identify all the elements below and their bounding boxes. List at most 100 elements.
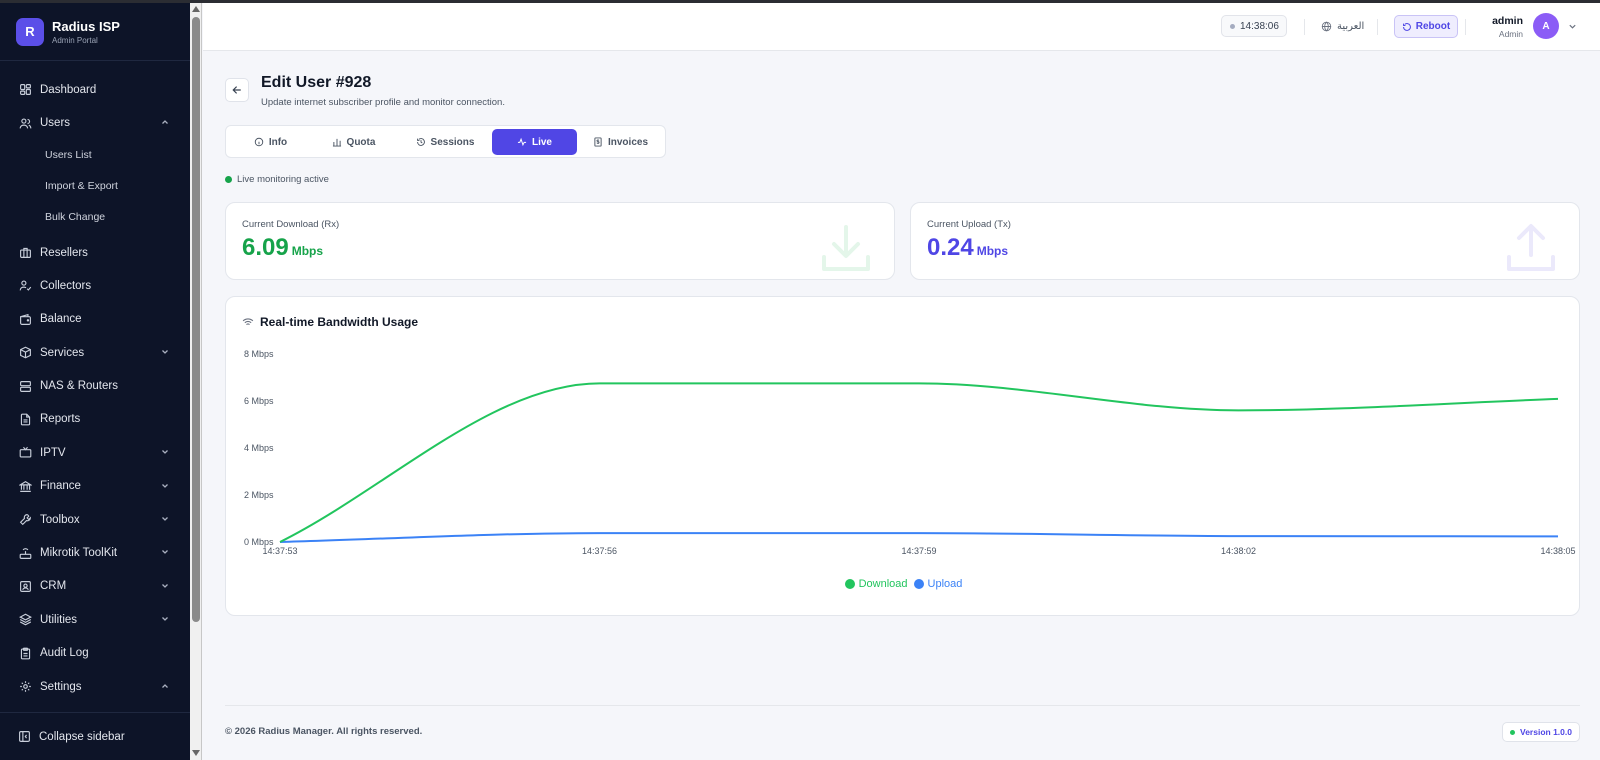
download-icon xyxy=(822,225,870,271)
activity-icon xyxy=(517,137,527,147)
sidebar-item-utilities[interactable]: Utilities xyxy=(0,603,190,636)
sidebar-item-finance[interactable]: Finance xyxy=(0,470,190,503)
back-button[interactable] xyxy=(225,78,249,102)
upload-unit: Mbps xyxy=(976,244,1009,258)
clock-dot xyxy=(1230,23,1235,29)
legend-upload[interactable]: Upload xyxy=(913,578,962,590)
tab-live[interactable]: Live xyxy=(492,129,577,155)
bandwidth-chart: 0 Mbps2 Mbps4 Mbps6 Mbps8 Mbps14:37:53 14… xyxy=(244,349,1576,556)
legend-download[interactable]: Download xyxy=(844,578,908,590)
sidebar-item-label: Resellers xyxy=(40,246,88,259)
topbar-divider xyxy=(1377,19,1378,35)
sidebar-scrollbar[interactable] xyxy=(190,3,202,760)
sidebar-subitem-bulk-change[interactable]: Bulk Change xyxy=(0,201,190,232)
clock-time: 14:38:06 xyxy=(1240,20,1279,32)
sidebar-item-collectors[interactable]: Collectors xyxy=(0,269,190,302)
chevron-down-icon xyxy=(162,550,168,555)
sidebar-item-label: Collectors xyxy=(40,279,92,292)
arrow-left-icon xyxy=(232,86,241,94)
sidebar-item-nas-routers[interactable]: NAS & Routers xyxy=(0,369,190,402)
sidebar-item-audit-log[interactable]: Audit Log xyxy=(0,637,190,670)
upload-icon xyxy=(1507,224,1555,271)
server-icon xyxy=(18,379,32,393)
upload-stat-value: 0.24 Mbps xyxy=(927,234,1008,262)
upload-value: 0.24 xyxy=(927,234,974,261)
bar-chart-icon xyxy=(332,138,341,147)
chevron-down-icon xyxy=(162,583,168,588)
briefcase-icon xyxy=(18,246,32,260)
sidebar-item-mikrotik-toolkit[interactable]: Mikrotik ToolKit xyxy=(0,536,190,569)
sidebar-item-crm[interactable]: CRM xyxy=(0,570,190,603)
series-line-download xyxy=(279,382,1559,543)
sidebar-subitem-import-export[interactable]: Import & Export xyxy=(0,170,190,201)
x-tick-label: 14:37:59 xyxy=(901,546,936,556)
scroll-down-arrow[interactable] xyxy=(192,750,200,756)
brand-logo: R xyxy=(16,17,44,46)
sidebar-item-label: Services xyxy=(40,346,85,359)
sidebar-item-settings[interactable]: Settings xyxy=(0,670,190,703)
topbar-divider xyxy=(1304,19,1305,35)
chart-legend: Download Upload xyxy=(226,578,1581,590)
x-tick-label: 14:38:02 xyxy=(1221,546,1256,556)
sidebar-item-iptv[interactable]: IPTV xyxy=(0,436,190,469)
avatar[interactable]: A xyxy=(1533,13,1559,39)
tab-invoices[interactable]: Invoices xyxy=(577,129,664,155)
tab-sessions[interactable]: Sessions xyxy=(395,129,495,155)
reboot-label: Reboot xyxy=(1415,21,1451,32)
sidebar-nav: Dashboard Users Users List Import & Expo… xyxy=(0,61,190,703)
dashboard-icon xyxy=(18,83,32,97)
brand-subtitle: Admin Portal xyxy=(52,35,98,45)
y-tick-label: 4 Mbps xyxy=(244,443,274,453)
sidebar-item-reports[interactable]: Reports xyxy=(0,403,190,436)
y-tick-label: 2 Mbps xyxy=(244,490,274,500)
scrollbar-thumb[interactable] xyxy=(192,17,200,622)
language-switcher[interactable]: العربية xyxy=(1321,15,1364,37)
bank-icon xyxy=(18,479,32,493)
history-icon xyxy=(416,138,425,146)
download-stat-value: 6.09 Mbps xyxy=(242,234,323,262)
tab-label: Invoices xyxy=(607,136,649,148)
sidebar-item-toolbox[interactable]: Toolbox xyxy=(0,503,190,536)
user-tabs: Info Quota Sessions Live Invoices xyxy=(225,125,666,158)
tab-label: Info xyxy=(268,136,288,148)
sidebar-item-resellers[interactable]: Resellers xyxy=(0,236,190,269)
collapse-sidebar-button[interactable]: Collapse sidebar xyxy=(0,712,190,760)
tab-info[interactable]: Info xyxy=(229,129,312,155)
brand[interactable]: R Radius ISP Admin Portal xyxy=(0,3,190,61)
copyright: © 2026 Radius Manager. All rights reserv… xyxy=(225,726,423,737)
download-stat-card: Current Download (Rx) 6.09 Mbps xyxy=(225,202,895,280)
sidebar-item-balance[interactable]: Balance xyxy=(0,303,190,336)
sidebar-item-label: IPTV xyxy=(40,446,66,459)
router-icon xyxy=(18,546,32,560)
sidebar-subitem-users-list[interactable]: Users List xyxy=(0,140,190,171)
sidebar-item-label: Mikrotik ToolKit xyxy=(40,547,118,560)
legend-swatch xyxy=(844,579,855,589)
tv-icon xyxy=(18,446,32,460)
collapse-sidebar-label: Collapse sidebar xyxy=(39,730,125,743)
sidebar-item-dashboard[interactable]: Dashboard xyxy=(0,73,190,106)
sidebar-item-label: Utilities xyxy=(40,613,78,626)
upload-stat-label: Current Upload (Tx) xyxy=(927,219,1011,230)
sidebar-item-label: Toolbox xyxy=(40,513,80,526)
scroll-up-arrow[interactable] xyxy=(192,6,200,12)
user-menu[interactable]: admin Admin A xyxy=(1465,11,1595,43)
sidebar-item-label: CRM xyxy=(40,580,67,593)
sidebar-item-services[interactable]: Services xyxy=(0,336,190,369)
gear-icon xyxy=(18,680,32,694)
chevron-up-icon xyxy=(162,684,168,688)
sidebar-item-label: Reports xyxy=(40,413,81,426)
window-top-border xyxy=(0,0,1600,3)
sidebar-item-users[interactable]: Users xyxy=(0,106,190,139)
sidebar-item-label: Balance xyxy=(40,313,82,326)
chevron-down-icon xyxy=(162,450,168,455)
legend-label: Download xyxy=(858,578,908,590)
invoice-icon xyxy=(594,137,602,147)
sidebar-item-label: Audit Log xyxy=(40,647,89,660)
globe-icon xyxy=(1321,21,1332,31)
sidebar: R Radius ISP Admin Portal Dashboard User… xyxy=(0,3,190,760)
reboot-button[interactable]: Reboot xyxy=(1394,15,1458,38)
tab-quota[interactable]: Quota xyxy=(312,129,395,155)
chevron-down-icon[interactable] xyxy=(1568,22,1577,31)
contact-icon xyxy=(18,579,32,593)
wallet-icon xyxy=(18,312,32,326)
